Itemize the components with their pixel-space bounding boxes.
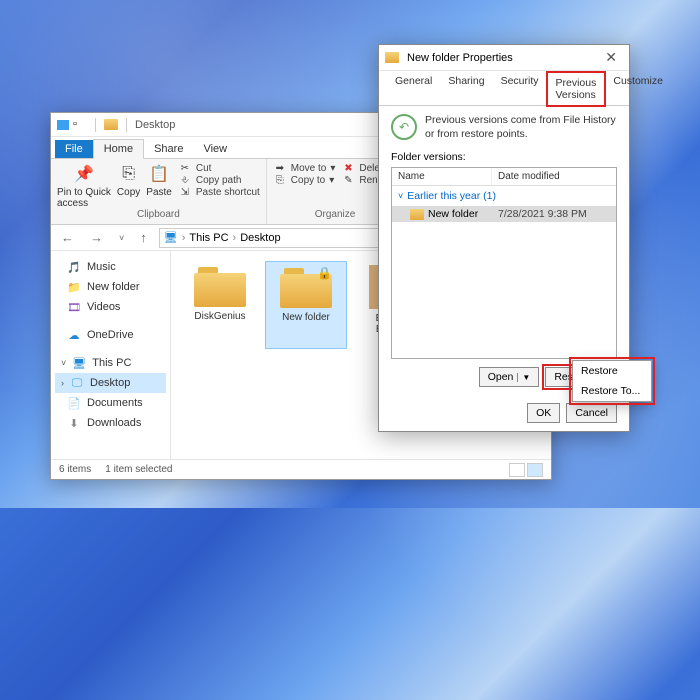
file-item-new-folder[interactable]: 🔒 New folder	[265, 261, 347, 349]
tab-customize[interactable]: Customize	[605, 71, 671, 105]
separator	[95, 118, 96, 132]
version-row[interactable]: New folder 7/28/2021 9:38 PM	[392, 206, 616, 222]
details-view-button[interactable]	[509, 463, 525, 477]
back-button[interactable]: ←	[57, 230, 78, 245]
properties-tabs: General Sharing Security Previous Versio…	[379, 71, 629, 106]
sidebar-item-onedrive[interactable]: ☁OneDrive	[55, 325, 166, 345]
folder-icon	[385, 52, 399, 63]
breadcrumb-current[interactable]: Desktop	[240, 232, 280, 244]
close-button[interactable]: ✕	[599, 49, 623, 66]
explorer-qat-icon	[57, 120, 69, 130]
list-header: Name Date modified	[392, 168, 616, 186]
header-name[interactable]: Name	[392, 168, 492, 185]
clipboard-small-buttons: ✂Cut ⎀Copy path ⇲Paste shortcut	[178, 163, 260, 198]
sidebar-item-new-folder[interactable]: 📁New folder	[55, 277, 166, 297]
paste-icon: 📋	[148, 163, 170, 185]
paste-button[interactable]: 📋Paste	[146, 163, 172, 198]
group-header[interactable]: ˅Earlier this year (1)	[392, 186, 616, 206]
pin-icon: 📌	[73, 163, 95, 185]
explorer-qat-icon-2: ▫	[73, 118, 87, 132]
folder-versions-label: Folder versions:	[391, 151, 617, 163]
info-text: Previous versions come from File History…	[425, 114, 617, 141]
copy-path-icon: ⎀	[178, 175, 192, 186]
pin-to-quick-access-button[interactable]: 📌Pin to Quick access	[57, 163, 111, 209]
properties-titlebar: New folder Properties ✕	[379, 45, 629, 71]
up-button[interactable]: ↑	[136, 230, 151, 245]
chevron-icon: ›	[61, 378, 64, 388]
cut-button[interactable]: ✂Cut	[178, 163, 260, 174]
sidebar-item-videos[interactable]: 🎞Videos	[55, 297, 166, 317]
sidebar-item-documents[interactable]: 📄Documents	[55, 393, 166, 413]
chevron-down-icon: ˅	[398, 191, 403, 201]
sidebar-item-this-pc[interactable]: ˅🖥This PC	[55, 353, 166, 373]
ribbon-group-clipboard: 📌Pin to Quick access ⎘Copy 📋Paste ✂Cut ⎀…	[51, 159, 267, 224]
file-label: DiskGenius	[194, 311, 245, 322]
rename-icon: ✎	[341, 175, 355, 186]
delete-icon: ✖	[341, 163, 355, 174]
item-count: 6 items	[59, 464, 91, 475]
paste-shortcut-icon: ⇲	[178, 187, 192, 198]
pc-icon: 🖥	[72, 356, 86, 370]
downloads-icon: ⬇	[67, 416, 81, 430]
copy-button[interactable]: ⎘Copy	[117, 163, 140, 198]
desktop-icon: 🖵	[70, 376, 84, 390]
folder-icon	[410, 209, 424, 220]
tab-share[interactable]: Share	[144, 140, 193, 158]
tab-previous-versions[interactable]: Previous Versions	[547, 72, 606, 106]
tab-general[interactable]: General	[387, 71, 440, 105]
sidebar-item-downloads[interactable]: ⬇Downloads	[55, 413, 166, 433]
forward-button[interactable]: →	[86, 230, 107, 245]
large-icons-view-button[interactable]	[527, 463, 543, 477]
copy-icon: ⎘	[118, 163, 140, 185]
pc-icon: 🖥	[164, 231, 178, 244]
folder-icon	[104, 119, 118, 130]
move-to-icon: ➡	[273, 163, 287, 174]
breadcrumb-root[interactable]: This PC	[189, 232, 228, 244]
dialog-title: New folder Properties	[403, 52, 595, 64]
chevron-right-icon: ›	[233, 232, 237, 244]
tab-sharing[interactable]: Sharing	[440, 71, 492, 105]
navigation-pane: 🎵Music📁New folder🎞Videos☁OneDrive˅🖥This …	[51, 251, 171, 459]
menu-restore[interactable]: Restore	[573, 361, 651, 381]
documents-icon: 📄	[67, 396, 81, 410]
file-label: New folder	[282, 312, 330, 323]
move-to-button[interactable]: ➡Move to ▾	[273, 163, 336, 174]
lock-icon: 🔒	[317, 266, 332, 280]
sidebar-item-desktop[interactable]: ›🖵Desktop	[55, 373, 166, 393]
tab-file[interactable]: File	[55, 140, 93, 158]
history-icon: ↶	[391, 114, 417, 140]
header-date[interactable]: Date modified	[492, 168, 616, 185]
chevron-icon: ˅	[61, 358, 66, 368]
cancel-button[interactable]: Cancel	[566, 403, 617, 423]
sidebar-item-music[interactable]: 🎵Music	[55, 257, 166, 277]
folder-icon	[194, 265, 246, 307]
history-dropdown[interactable]: ˅	[115, 233, 128, 243]
tab-security[interactable]: Security	[493, 71, 547, 105]
tab-view[interactable]: View	[193, 140, 237, 158]
folder-icon: 🔒	[280, 266, 332, 308]
restore-menu: Restore Restore To...	[572, 360, 652, 402]
videos-icon: 🎞	[67, 300, 81, 314]
tab-home[interactable]: Home	[93, 139, 144, 159]
folder-icon: 📁	[67, 280, 81, 294]
separator	[126, 118, 127, 132]
paste-shortcut-button[interactable]: ⇲Paste shortcut	[178, 187, 260, 198]
versions-list[interactable]: Name Date modified ˅Earlier this year (1…	[391, 167, 617, 359]
ok-button[interactable]: OK	[527, 403, 560, 423]
properties-body: ↶ Previous versions come from File Histo…	[379, 106, 629, 395]
selection-count: 1 item selected	[105, 464, 172, 475]
open-button[interactable]: Open▼	[479, 367, 540, 387]
copy-to-button[interactable]: ⎘Copy to ▾	[273, 175, 336, 186]
copy-path-button[interactable]: ⎀Copy path	[178, 175, 260, 186]
file-item-diskgenius[interactable]: DiskGenius	[179, 261, 261, 349]
cut-icon: ✂	[178, 163, 192, 174]
open-dropdown[interactable]: ▼	[517, 373, 530, 382]
onedrive-icon: ☁	[67, 328, 81, 342]
status-bar: 6 items 1 item selected	[51, 459, 551, 479]
menu-restore-to[interactable]: Restore To...	[573, 381, 651, 401]
music-icon: 🎵	[67, 260, 81, 274]
copy-to-icon: ⎘	[273, 175, 287, 186]
chevron-right-icon: ›	[182, 232, 186, 244]
group-label: Clipboard	[57, 209, 260, 220]
